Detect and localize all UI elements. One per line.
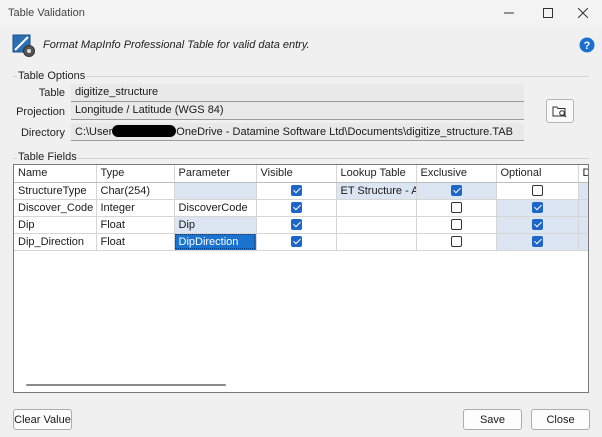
visible-checkbox[interactable] xyxy=(290,236,302,248)
optional-checkbox[interactable] xyxy=(531,185,543,197)
table-fields-divider xyxy=(13,158,589,159)
lookup-cell[interactable] xyxy=(336,199,417,217)
clear-value-button[interactable]: Clear Value xyxy=(13,409,72,430)
optional-cell[interactable] xyxy=(496,182,579,200)
d-cell[interactable] xyxy=(578,182,588,200)
header-description: Format MapInfo Professional Table for va… xyxy=(43,39,310,51)
table-row: Dip Float Dip xyxy=(14,216,588,234)
close-icon xyxy=(578,8,588,18)
type-cell[interactable]: Float xyxy=(96,233,175,251)
svg-text:?: ? xyxy=(584,40,591,52)
parameter-cell[interactable] xyxy=(174,182,257,200)
type-cell[interactable]: Float xyxy=(96,216,175,234)
exclusive-cell[interactable] xyxy=(416,199,497,217)
visible-cell[interactable] xyxy=(256,182,337,200)
lookup-cell[interactable] xyxy=(336,233,417,251)
name-cell[interactable]: Dip xyxy=(14,216,97,234)
optional-cell[interactable] xyxy=(496,233,579,251)
exclusive-cell[interactable] xyxy=(416,216,497,234)
directory-field[interactable]: C:\User OneDrive - Datamine Software Ltd\… xyxy=(71,123,524,141)
lookup-cell[interactable]: ET Structure - Au... xyxy=(336,182,417,200)
directory-label: Directory xyxy=(20,127,65,139)
table-row: StructureType Char(254) ET Structure - A… xyxy=(14,182,588,200)
type-cell[interactable]: Integer xyxy=(96,199,175,217)
table-field[interactable]: digitize_structure xyxy=(71,84,524,102)
close-window-button[interactable] xyxy=(564,0,602,26)
name-cell[interactable]: StructureType xyxy=(14,182,97,200)
parameter-cell[interactable]: DiscoverCode xyxy=(174,199,257,217)
exclusive-checkbox[interactable] xyxy=(450,202,462,214)
folder-search-icon xyxy=(552,106,567,118)
name-cell[interactable]: Dip_Direction xyxy=(14,233,97,251)
exclusive-checkbox[interactable] xyxy=(450,219,462,231)
column-header[interactable]: Optional xyxy=(496,165,579,183)
column-header[interactable]: Parameter xyxy=(174,165,257,183)
parameter-cell-selected[interactable]: DipDirection xyxy=(174,233,257,251)
browse-button[interactable] xyxy=(546,99,574,123)
parameter-cell[interactable]: Dip xyxy=(174,216,257,234)
close-button[interactable]: Close xyxy=(531,409,590,430)
projection-label: Projection xyxy=(16,106,65,118)
save-button[interactable]: Save xyxy=(463,409,522,430)
fields-grid[interactable]: Name Type Parameter Visible Lookup Table… xyxy=(13,164,589,393)
visible-cell[interactable] xyxy=(256,216,337,234)
directory-suffix: OneDrive - Datamine Software Ltd\Documen… xyxy=(176,126,513,138)
visible-checkbox[interactable] xyxy=(290,219,302,231)
maximize-icon xyxy=(543,8,553,18)
minimize-icon xyxy=(504,12,514,14)
visible-cell[interactable] xyxy=(256,199,337,217)
column-header[interactable]: Lookup Table xyxy=(336,165,417,183)
visible-checkbox[interactable] xyxy=(290,185,302,197)
exclusive-checkbox[interactable] xyxy=(450,236,462,248)
table-label: Table xyxy=(38,87,65,99)
table-options-divider xyxy=(13,76,589,77)
projection-field[interactable]: Longitude / Latitude (WGS 84) xyxy=(71,102,524,120)
table-options-title: Table Options xyxy=(17,70,87,82)
type-cell[interactable]: Char(254) xyxy=(96,182,175,200)
optional-cell[interactable] xyxy=(496,199,579,217)
header-row: Name Type Parameter Visible Lookup Table… xyxy=(14,165,588,183)
visible-checkbox[interactable] xyxy=(290,202,302,214)
column-header[interactable]: Name xyxy=(14,165,97,183)
fields-table: Name Type Parameter Visible Lookup Table… xyxy=(14,165,588,251)
exclusive-cell[interactable] xyxy=(416,182,497,200)
lookup-cell[interactable] xyxy=(336,216,417,234)
table-gear-icon xyxy=(12,34,35,57)
column-header[interactable]: D xyxy=(578,165,588,183)
column-header[interactable]: Visible xyxy=(256,165,337,183)
minimize-button[interactable] xyxy=(490,0,528,26)
column-header[interactable]: Type xyxy=(96,165,175,183)
table-row: Dip_Direction Float DipDirection xyxy=(14,233,588,251)
help-icon[interactable]: ? xyxy=(579,37,595,53)
visible-cell[interactable] xyxy=(256,233,337,251)
d-cell[interactable] xyxy=(578,216,588,234)
table-row: Discover_Code Integer DiscoverCode xyxy=(14,199,588,217)
d-cell[interactable] xyxy=(578,233,588,251)
maximize-button[interactable] xyxy=(529,0,567,26)
window-title: Table Validation xyxy=(8,7,85,19)
optional-checkbox[interactable] xyxy=(531,236,543,248)
optional-checkbox[interactable] xyxy=(531,202,543,214)
table-fields-title: Table Fields xyxy=(17,151,78,163)
column-header[interactable]: Exclusive xyxy=(416,165,497,183)
redaction-mark xyxy=(112,125,177,137)
optional-checkbox[interactable] xyxy=(531,219,543,231)
directory-prefix: C:\User xyxy=(75,126,113,138)
horizontal-scrollbar[interactable] xyxy=(26,384,226,386)
exclusive-checkbox[interactable] xyxy=(450,185,462,197)
d-cell[interactable] xyxy=(578,199,588,217)
exclusive-cell[interactable] xyxy=(416,233,497,251)
optional-cell[interactable] xyxy=(496,216,579,234)
name-cell[interactable]: Discover_Code xyxy=(14,199,97,217)
title-bar: Table Validation xyxy=(0,0,602,26)
